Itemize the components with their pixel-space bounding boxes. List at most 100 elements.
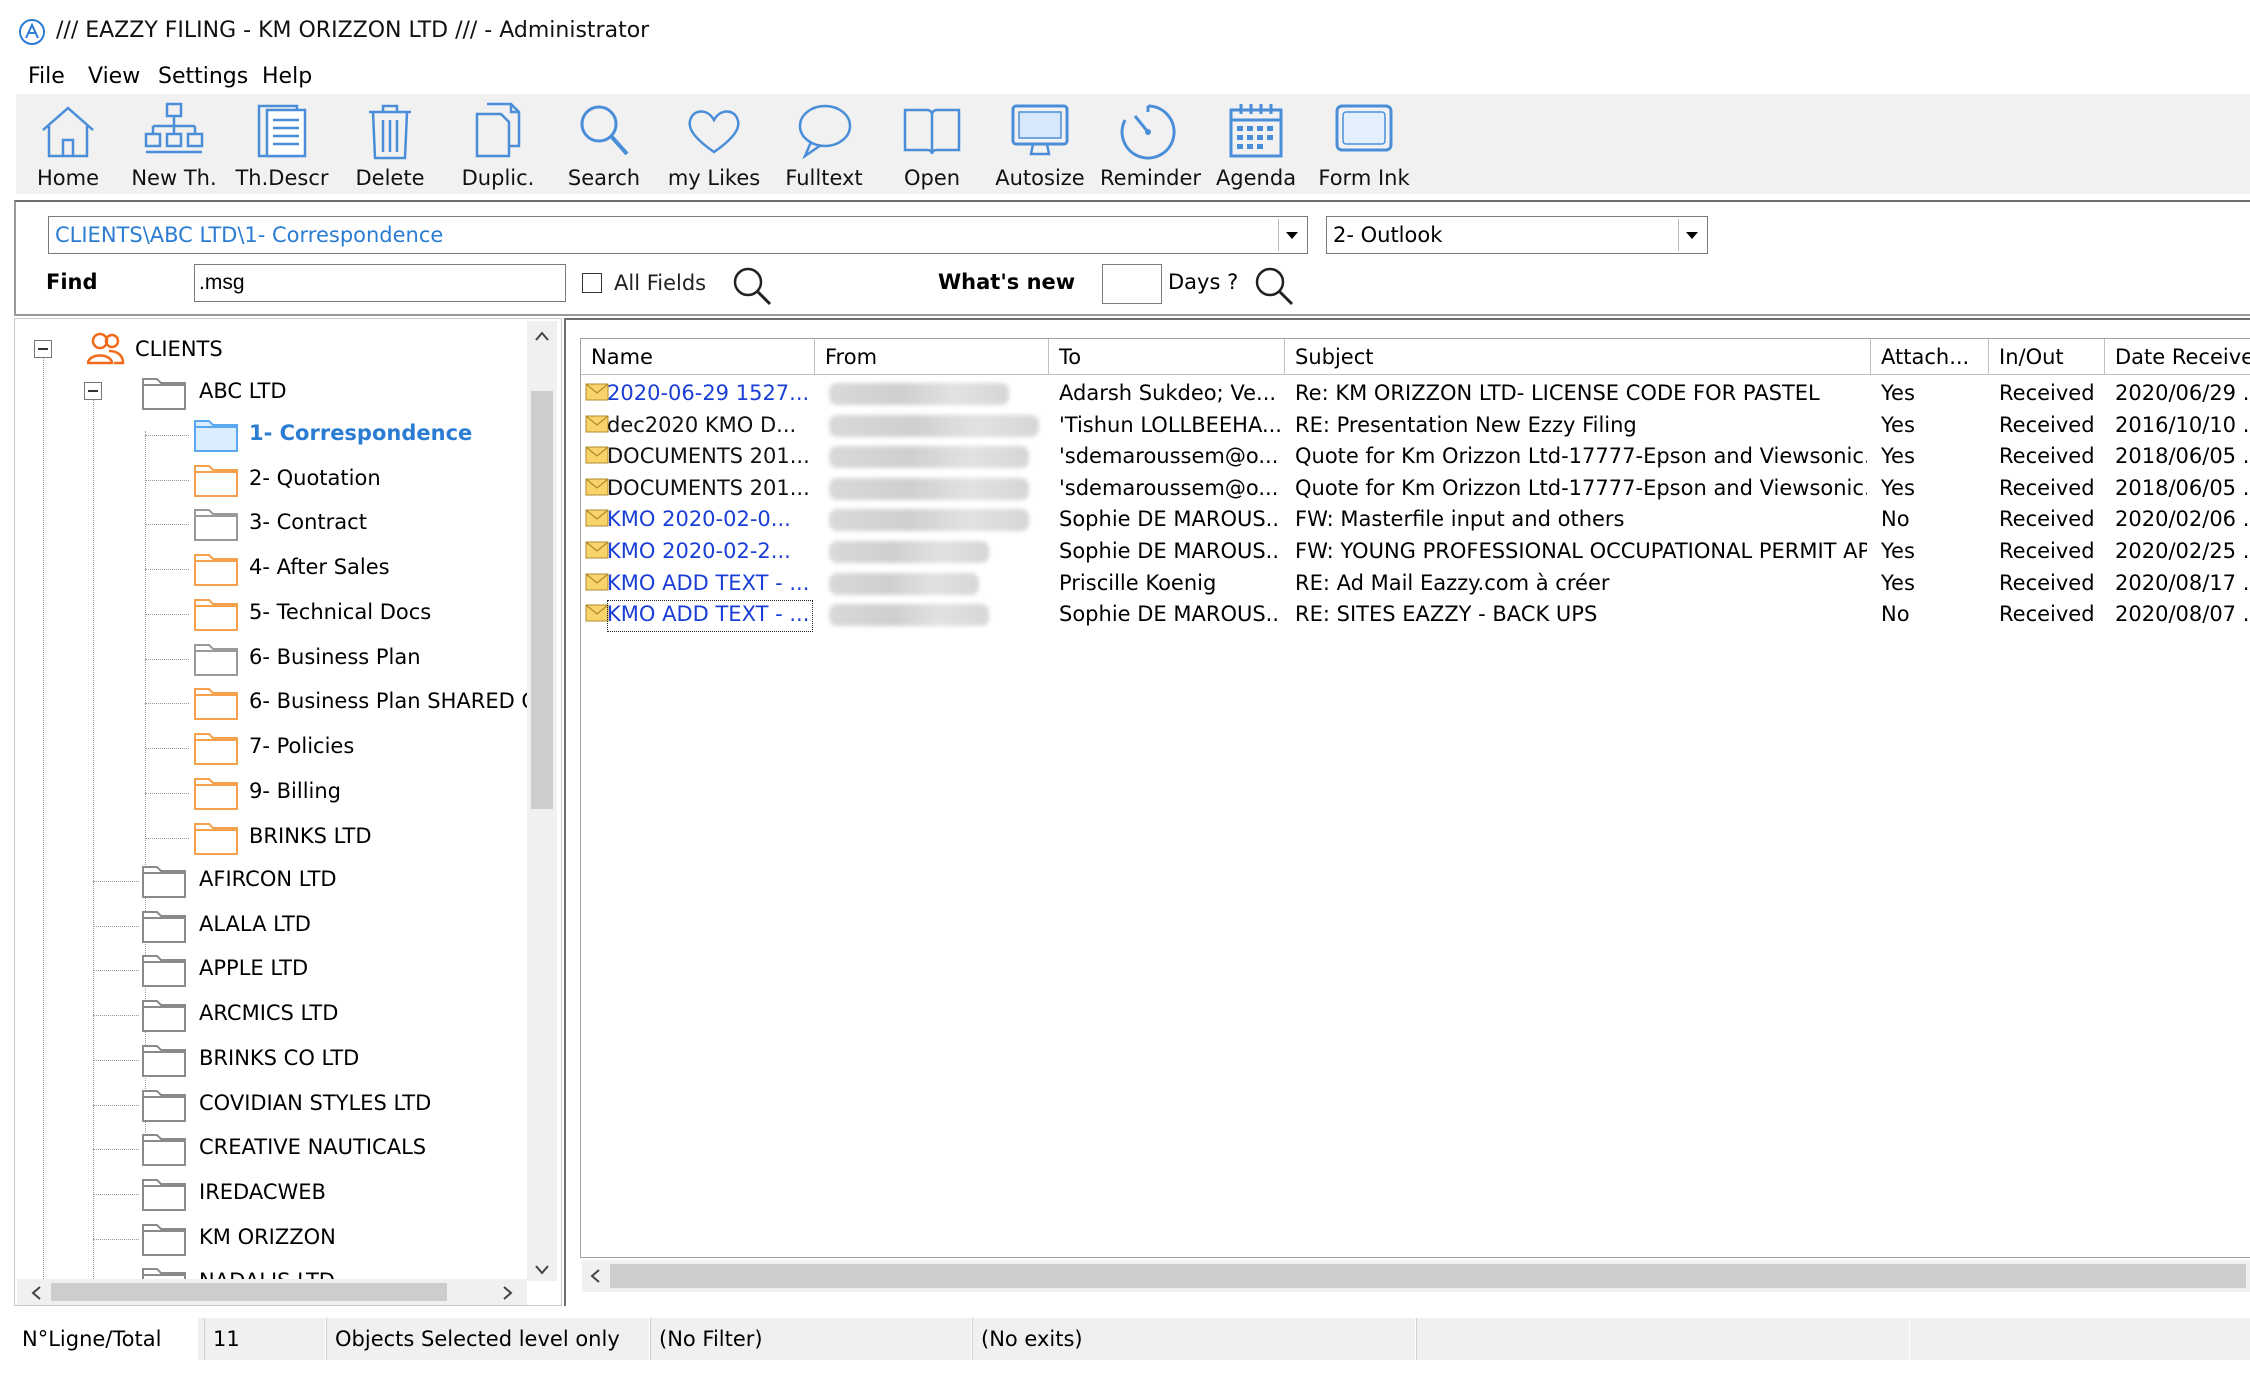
autosize-button[interactable]: Autosize bbox=[992, 94, 1088, 194]
collapse-icon[interactable] bbox=[84, 382, 102, 400]
menu-settings[interactable]: Settings bbox=[152, 62, 254, 91]
status-bar: N°Ligne/Total 11 Objects Selected level … bbox=[14, 1318, 2250, 1360]
tree-node-abc-child[interactable]: 5- Technical Docs bbox=[135, 592, 525, 634]
menu-view[interactable]: View bbox=[82, 62, 146, 91]
tree-node-client[interactable]: IREDACWEB bbox=[85, 1172, 525, 1214]
home-label: Home bbox=[36, 166, 99, 190]
duplicate-button[interactable]: Duplic. bbox=[450, 94, 546, 194]
tree-guide bbox=[43, 349, 44, 1305]
delete-button[interactable]: Delete bbox=[342, 94, 438, 194]
tree-node-abc-child[interactable]: 7- Policies bbox=[135, 726, 525, 768]
column-header-date-received[interactable]: Date Receive... bbox=[2105, 339, 2250, 375]
fulltext-button[interactable]: Fulltext bbox=[776, 94, 872, 194]
cell-name[interactable]: KMO ADD TEXT - ... bbox=[607, 569, 813, 601]
all-fields-checkbox[interactable] bbox=[582, 273, 602, 293]
menu-file[interactable]: File bbox=[22, 62, 71, 91]
filter-panel: CLIENTS\ABC LTD\1- Correspondence 2- Out… bbox=[14, 200, 2250, 316]
tree-node-abc-child[interactable]: 6- Business Plan bbox=[135, 637, 525, 679]
cell-in-out: Received bbox=[1999, 571, 2095, 595]
cell-attachments: Yes bbox=[1881, 413, 1915, 437]
tree-vertical-scrollbar[interactable] bbox=[527, 321, 557, 1281]
path-dropdown[interactable]: CLIENTS\ABC LTD\1- Correspondence bbox=[48, 216, 1308, 254]
cell-name[interactable]: DOCUMENTS 201... bbox=[607, 474, 813, 506]
scroll-up-icon[interactable] bbox=[535, 331, 549, 341]
tree-node-client[interactable]: COVIDIAN STYLES LTD bbox=[85, 1083, 525, 1125]
days-input[interactable] bbox=[1102, 264, 1162, 304]
column-header-from[interactable]: From bbox=[815, 339, 1049, 375]
tree-node-client[interactable]: CREATIVE NAUTICALS bbox=[85, 1127, 525, 1169]
column-header-name[interactable]: Name bbox=[581, 339, 815, 375]
tree-node-abc-child[interactable]: 2- Quotation bbox=[135, 458, 525, 500]
scroll-left-icon[interactable] bbox=[31, 1286, 41, 1300]
grid-horizontal-scrollbar[interactable] bbox=[582, 1260, 2250, 1292]
menu-help[interactable]: Help bbox=[256, 62, 318, 91]
table-row[interactable]: 2020-06-29 1527... Adarsh Sukdeo; Ve... Re… bbox=[581, 377, 2250, 409]
cell-name[interactable]: KMO ADD TEXT - ... bbox=[607, 600, 813, 632]
search-icon[interactable] bbox=[730, 264, 774, 308]
table-row[interactable]: KMO 2020-02-2... Sophie DE MAROUS... FW: Y… bbox=[581, 535, 2250, 567]
cell-name[interactable]: KMO 2020-02-2... bbox=[607, 537, 813, 569]
tree-node-client[interactable]: KM ORIZZON bbox=[85, 1217, 525, 1259]
scroll-down-icon[interactable] bbox=[535, 1265, 549, 1275]
source-dropdown[interactable]: 2- Outlook bbox=[1326, 216, 1708, 254]
cell-name[interactable]: KMO 2020-02-0... bbox=[607, 505, 813, 537]
scroll-right-icon[interactable] bbox=[503, 1286, 513, 1300]
column-header-subject[interactable]: Subject bbox=[1285, 339, 1871, 375]
tree-node-client[interactable]: AFIRCON LTD bbox=[85, 859, 525, 901]
folder-icon bbox=[194, 509, 238, 541]
calendar-icon bbox=[1229, 104, 1283, 158]
search-button[interactable]: Search bbox=[556, 94, 652, 194]
tree-label: 9- Billing bbox=[249, 779, 341, 803]
new-thesaurus-button[interactable]: New Th. bbox=[126, 94, 222, 194]
cell-in-out: Received bbox=[1999, 507, 2095, 531]
tree-node-abc-child[interactable]: 4- After Sales bbox=[135, 547, 525, 589]
tree-node-abc-child[interactable]: 9- Billing bbox=[135, 771, 525, 813]
reminder-button[interactable]: Reminder bbox=[1100, 94, 1201, 194]
my-likes-button[interactable]: my Likes bbox=[666, 94, 762, 194]
tree-vertical-thumb[interactable] bbox=[531, 391, 553, 809]
tree-node-client[interactable]: BRINKS CO LTD bbox=[85, 1038, 525, 1080]
scroll-left-icon[interactable] bbox=[590, 1269, 600, 1283]
tree-node-abc-child[interactable]: 6- Business Plan SHARED ON bbox=[135, 681, 554, 723]
redacted-sender bbox=[829, 604, 989, 626]
collapse-icon[interactable] bbox=[34, 340, 52, 358]
cell-name[interactable]: dec2020 KMO D... bbox=[607, 411, 813, 443]
agenda-button[interactable]: Agenda bbox=[1208, 94, 1304, 194]
tree-node-abc-ltd[interactable]: ABC LTD bbox=[65, 371, 525, 413]
cell-name[interactable]: 2020-06-29 1527... bbox=[607, 379, 813, 411]
table-row[interactable]: DOCUMENTS 201... 'sdemaroussem@o... Quote … bbox=[581, 440, 2250, 472]
tree-node-abc-child[interactable]: BRINKS LTD bbox=[135, 816, 525, 858]
tree-guide bbox=[145, 703, 189, 704]
tree-horizontal-scrollbar[interactable] bbox=[17, 1279, 527, 1305]
thesaurus-description-button[interactable]: Th.Descr bbox=[234, 94, 330, 194]
table-row[interactable]: KMO ADD TEXT - ... Priscille Koenig RE: Ad… bbox=[581, 567, 2250, 599]
tree-horizontal-thumb[interactable] bbox=[51, 1283, 447, 1301]
find-input[interactable] bbox=[194, 264, 566, 302]
table-row[interactable]: DOCUMENTS 201... 'sdemaroussem@o... Quote … bbox=[581, 472, 2250, 504]
tree-node-abc-child[interactable]: 1- Correspondence bbox=[135, 413, 525, 455]
home-button[interactable]: Home bbox=[20, 94, 116, 194]
whats-new-search-icon[interactable] bbox=[1252, 264, 1296, 308]
form-ink-button[interactable]: Form Ink bbox=[1316, 94, 1412, 194]
document-list-icon bbox=[257, 104, 307, 158]
tree-node-client[interactable]: ARCMICS LTD bbox=[85, 993, 525, 1035]
open-button[interactable]: Open bbox=[884, 94, 980, 194]
tree-node-client[interactable]: APPLE LTD bbox=[85, 948, 525, 990]
table-row[interactable]: dec2020 KMO D... 'Tishun LOLLBEEHA... RE: … bbox=[581, 409, 2250, 441]
tree-guide bbox=[145, 435, 189, 436]
tree-node-client[interactable]: ALALA LTD bbox=[85, 904, 525, 946]
column-header-in-out[interactable]: In/Out bbox=[1989, 339, 2105, 375]
column-header-to[interactable]: To bbox=[1049, 339, 1285, 375]
thesaurus-description-label: Th.Descr bbox=[235, 166, 329, 190]
chevron-down-icon[interactable] bbox=[1278, 219, 1305, 251]
table-row[interactable]: KMO 2020-02-0... Sophie DE MAROUS... FW: M… bbox=[581, 503, 2250, 535]
chevron-down-icon[interactable] bbox=[1678, 219, 1705, 251]
tree-node-abc-child[interactable]: 3- Contract bbox=[135, 502, 525, 544]
tree-guide bbox=[93, 1194, 139, 1195]
tree-node-clients[interactable]: CLIENTS bbox=[25, 329, 525, 371]
cell-name[interactable]: DOCUMENTS 201... bbox=[607, 442, 813, 474]
table-row[interactable]: KMO ADD TEXT - ... Sophie DE MAROUS... RE:… bbox=[581, 598, 2250, 632]
column-header-attachments[interactable]: Attach... bbox=[1871, 339, 1989, 375]
grid-horizontal-thumb[interactable] bbox=[610, 1264, 2246, 1288]
cell-subject: FW: Masterfile input and others bbox=[1295, 507, 1625, 531]
